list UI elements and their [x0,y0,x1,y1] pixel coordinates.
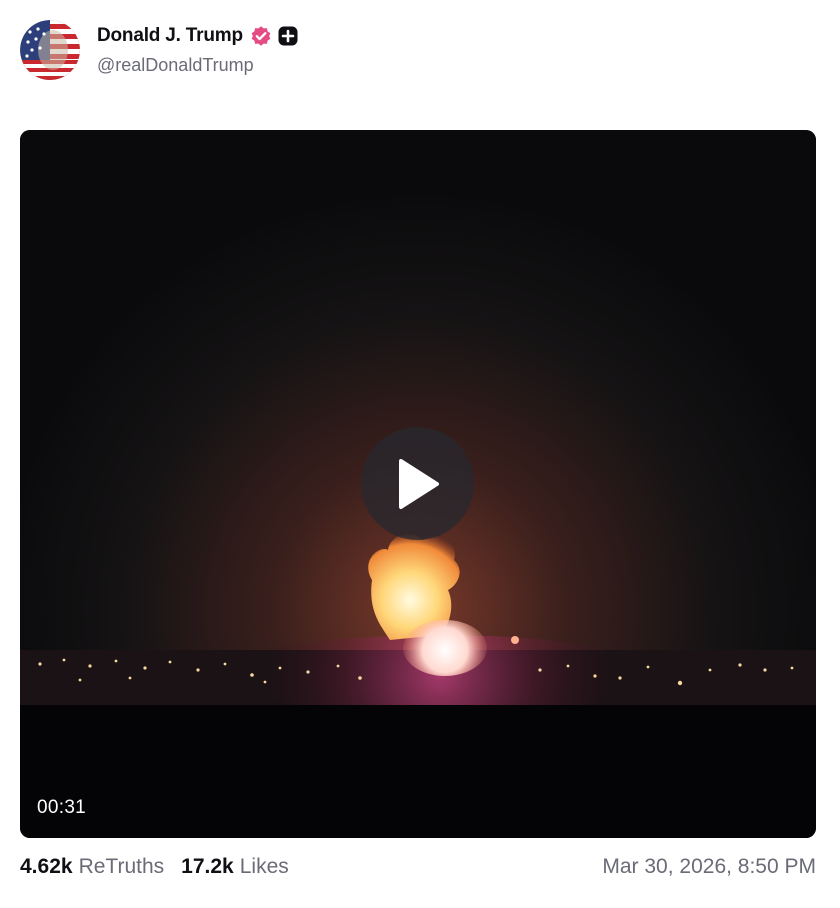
play-button[interactable] [361,427,474,540]
verified-icon [250,25,272,47]
retruths-label: ReTruths [78,855,165,878]
avatar-image [20,20,80,80]
play-icon [398,458,439,509]
post-header: Donald J. Trump @realDonaldTrump [20,20,298,80]
avatar[interactable] [20,20,80,80]
author-handle[interactable]: @realDonaldTrump [97,55,298,76]
likes-stat[interactable]: 17.2k Likes [181,855,289,879]
post-timestamp[interactable]: Mar 30, 2026, 8:50 PM [602,855,816,879]
author-info: Donald J. Trump @realDonaldTrump [97,23,298,76]
name-row: Donald J. Trump [97,23,298,49]
plus-badge-icon [278,26,298,46]
retruths-count: 4.62k [20,855,73,878]
likes-count: 17.2k [181,855,234,878]
post-footer: 4.62k ReTruths 17.2k Likes Mar 30, 2026,… [20,852,816,882]
likes-label: Likes [239,855,289,878]
video-duration: 00:31 [37,797,87,818]
video-player[interactable]: 00:31 [20,130,816,838]
author-name[interactable]: Donald J. Trump [97,25,243,47]
retruths-stat[interactable]: 4.62k ReTruths [20,855,164,879]
